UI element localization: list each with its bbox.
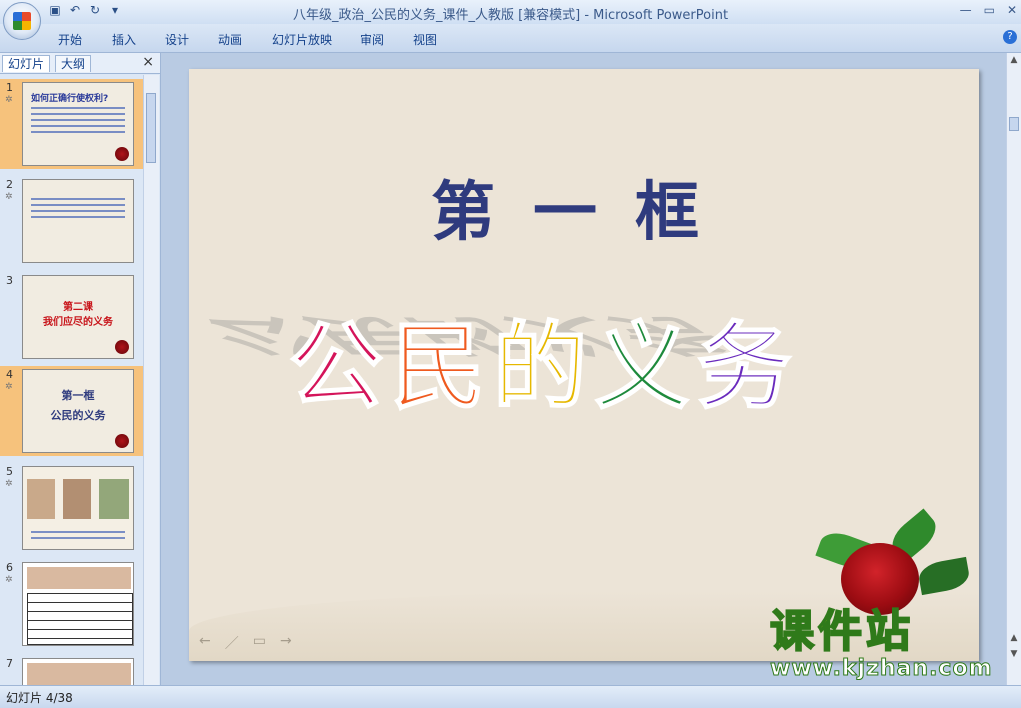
slide-thumbnail-1[interactable]: 1 ✲ 如何正确行使权利? (0, 79, 143, 169)
scroll-thumb[interactable] (1009, 117, 1019, 131)
thumb-preview (22, 179, 134, 263)
tab-outline[interactable]: 大纲 (55, 55, 92, 72)
next-slide-icon[interactable]: ▼ (1009, 649, 1019, 659)
tab-design[interactable]: 设计 (165, 31, 189, 48)
leaf-decoration (916, 556, 972, 596)
animation-star-icon: ✲ (5, 382, 13, 392)
editor-scrollbar[interactable]: ▲ ▲ ▼ (1006, 53, 1021, 685)
animation-star-icon: ✲ (5, 95, 13, 105)
watermark-url: www.kjzhan.com (770, 656, 993, 682)
tab-view[interactable]: 视图 (413, 31, 437, 48)
thumb-image (63, 479, 91, 519)
thumb-title: 第二课 我们应尽的义务 (43, 302, 113, 328)
watermark-cn: 课件站 (769, 606, 914, 657)
ribbon-tabs: 开始 插入 设计 动画 幻灯片放映 审阅 视图 ? (0, 24, 1021, 53)
tab-slideshow[interactable]: 幻灯片放映 (272, 31, 332, 48)
scroll-up-icon[interactable]: ▲ (1009, 55, 1019, 65)
panel-scrollbar[interactable] (143, 75, 159, 685)
thumb-number: 7 (6, 657, 13, 670)
scroll-thumb[interactable] (146, 93, 156, 163)
slide-counter: 幻灯片 4/38 (6, 691, 73, 705)
slide-thumbnail-5[interactable]: 5 ✲ (0, 463, 143, 553)
title-char: 的 (492, 311, 596, 423)
close-icon[interactable]: × (142, 54, 154, 70)
rose-image (841, 543, 919, 615)
menu-icon[interactable]: ▭ (253, 633, 266, 653)
thumb-lines (31, 527, 125, 543)
slide-thumbnail-2[interactable]: 2 ✲ (0, 176, 143, 266)
thumb-image (27, 567, 131, 589)
next-icon[interactable]: → (280, 633, 292, 653)
slide-thumbnail-6[interactable]: 6 ✲ (0, 559, 143, 649)
help-icon[interactable]: ? (1003, 30, 1017, 44)
title-char: 务 (696, 311, 800, 423)
rose-icon (115, 147, 129, 161)
slide-thumbnail-7[interactable]: 7 (0, 655, 143, 685)
thumb-number: 1 (6, 81, 13, 94)
thumb-preview: 如何正确行使权利? (22, 82, 134, 166)
tab-animations[interactable]: 动画 (218, 31, 242, 48)
minimize-button[interactable]: — (960, 3, 972, 17)
thumb-number: 6 (6, 561, 13, 574)
tab-home[interactable]: 开始 (58, 31, 82, 48)
tab-slides[interactable]: 幻灯片 (2, 55, 51, 72)
thumb-image (99, 479, 129, 519)
close-button[interactable]: ✕ (1007, 3, 1017, 17)
slide-title[interactable]: 公民的义务 (288, 291, 800, 427)
thumb-number: 4 (6, 368, 13, 381)
window-title: 八年级_政治_公民的义务_课件_人教版 [兼容模式] - Microsoft P… (292, 8, 729, 23)
slide-subtitle[interactable]: 第一框 (189, 161, 979, 253)
maximize-button[interactable]: ▭ (984, 3, 995, 17)
title-char: 民 (390, 311, 494, 423)
animation-star-icon: ✲ (5, 192, 13, 202)
slide-editor: 第一框 公民的义务 公民的义务 ← ／ ▭ → (161, 53, 1006, 685)
rose-icon (115, 434, 129, 448)
animation-star-icon: ✲ (5, 575, 13, 585)
thumb-table (27, 593, 133, 645)
thumb-lines (31, 194, 125, 222)
rose-icon (115, 340, 129, 354)
site-watermark: 课件站 www.kjzhan.com (769, 606, 1000, 682)
title-char: 公 (288, 311, 392, 423)
thumb-preview (22, 466, 134, 550)
thumb-image (27, 663, 131, 685)
status-bar: 幻灯片 4/38 (0, 685, 1021, 708)
office-logo-icon (13, 12, 31, 30)
tab-review[interactable]: 审阅 (360, 31, 384, 48)
panel-tabs: 幻灯片 大纲 × (0, 53, 160, 74)
slide-thumbnail-4[interactable]: 4 ✲ 第一框 公民的义务 (0, 366, 143, 456)
slide-thumbnail-3[interactable]: 3 第二课 我们应尽的义务 (0, 272, 143, 362)
thumb-number: 5 (6, 465, 13, 478)
window-controls: — ▭ ✕ (960, 3, 1017, 17)
thumb-preview: 第一框 公民的义务 (22, 369, 134, 453)
prev-icon[interactable]: ← (199, 633, 211, 653)
prev-slide-icon[interactable]: ▲ (1009, 633, 1019, 643)
thumb-lines (31, 103, 125, 137)
title-bar: ▣ ↶ ↻ ▾ 八年级_政治_公民的义务_课件_人教版 [兼容模式] - Mic… (0, 0, 1021, 40)
tab-insert[interactable]: 插入 (112, 31, 136, 48)
thumb-number: 3 (6, 274, 13, 287)
pen-icon[interactable]: ／ (225, 633, 239, 653)
thumb-number: 2 (6, 178, 13, 191)
thumb-preview (22, 562, 134, 646)
slide-canvas[interactable]: 第一框 公民的义务 公民的义务 ← ／ ▭ → (189, 69, 979, 661)
office-button[interactable] (3, 2, 41, 40)
animation-star-icon: ✲ (5, 479, 13, 489)
slides-panel: 幻灯片 大纲 × 1 ✲ 如何正确行使权利? 2 ✲ 3 第二课 我们应尽的义务… (0, 53, 161, 685)
thumb-preview (22, 658, 134, 685)
thumb-preview: 第二课 我们应尽的义务 (22, 275, 134, 359)
slideshow-nav: ← ／ ▭ → (199, 633, 292, 653)
title-char: 义 (594, 311, 698, 423)
thumb-image (27, 479, 55, 519)
thumb-title: 第一框 公民的义务 (50, 389, 106, 422)
